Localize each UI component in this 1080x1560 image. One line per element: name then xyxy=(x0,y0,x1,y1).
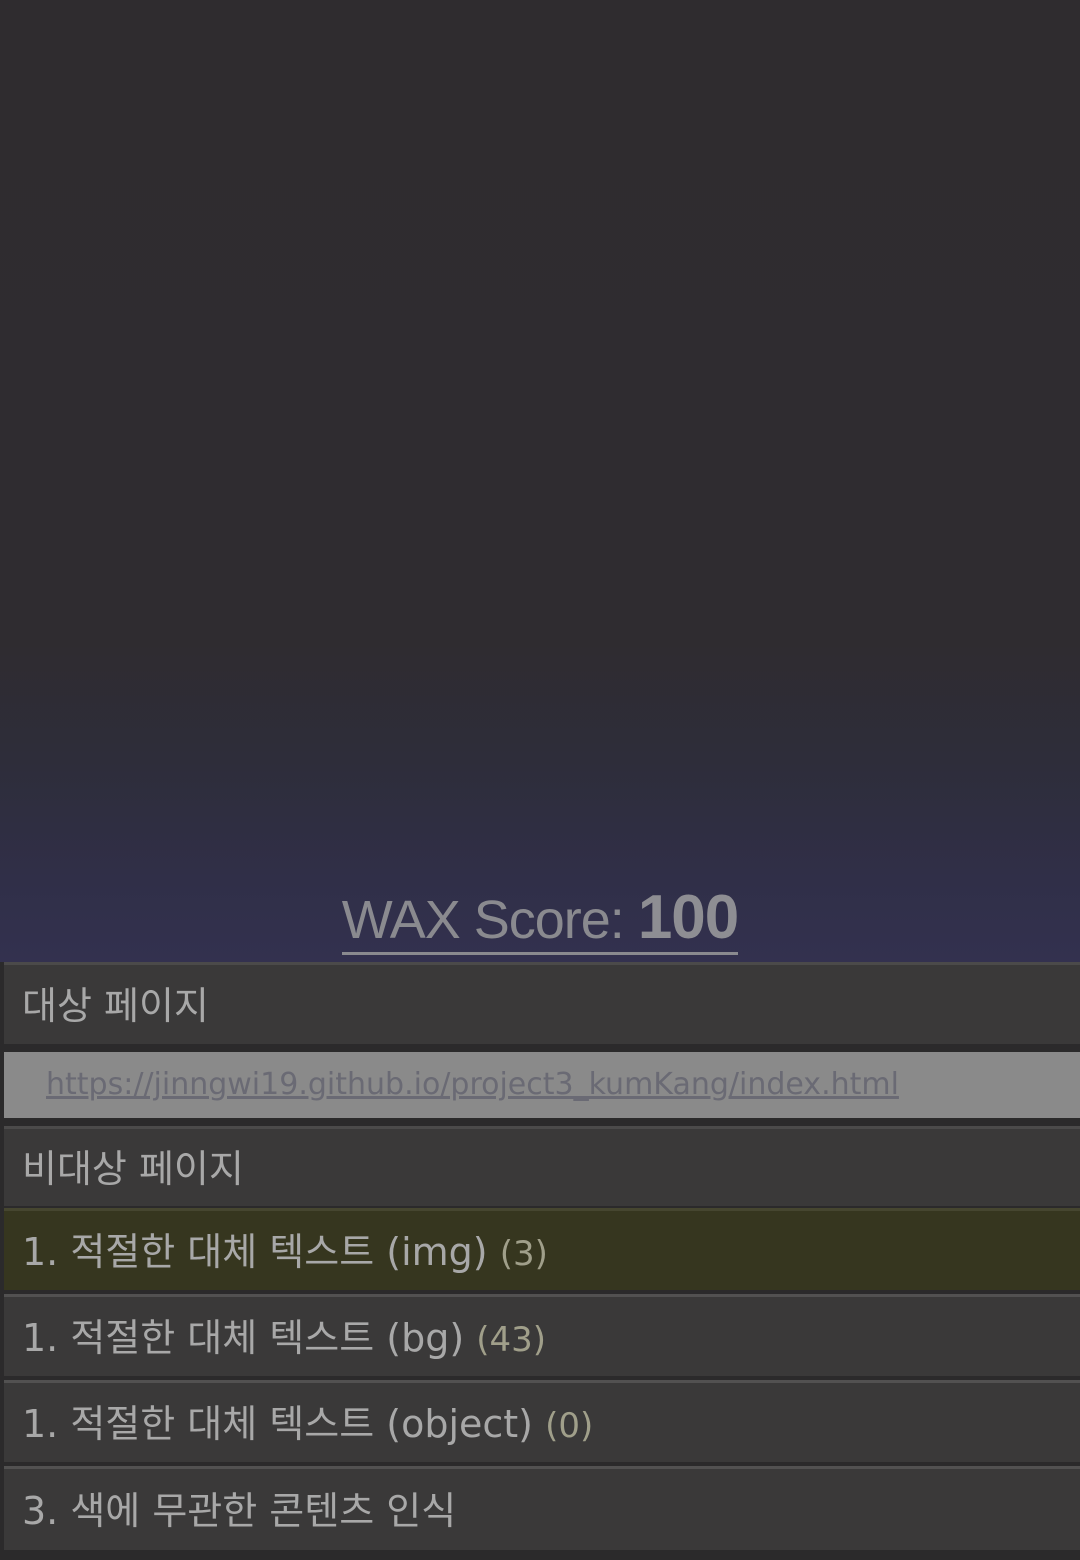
wax-score-label: WAX Score: xyxy=(341,890,638,950)
hero-background xyxy=(0,0,1080,962)
results-panel: 대상 페이지 https://jinngwi19.github.io/proje… xyxy=(0,962,1080,1560)
target-url-link[interactable]: https://jinngwi19.github.io/project3_kum… xyxy=(46,1067,899,1102)
non-target-page-header[interactable]: 비대상 페이지 xyxy=(4,1126,1080,1206)
check-item-label: 1. 적절한 대체 텍스트 (object) xyxy=(22,1402,534,1446)
check-item-label: 1. 적절한 대체 텍스트 (bg) xyxy=(22,1316,465,1360)
wax-score-link[interactable]: WAX Score: 100 xyxy=(0,882,1080,956)
wax-score-text: WAX Score: 100 xyxy=(341,883,739,955)
page: WAX Score: 100 대상 페이지 https://jinngwi19.… xyxy=(0,0,1080,1560)
check-item-count: (43) xyxy=(476,1320,547,1360)
target-url-row: https://jinngwi19.github.io/project3_kum… xyxy=(4,1052,1080,1118)
check-item-bg-alt[interactable]: 1. 적절한 대체 텍스트 (bg) (43) xyxy=(4,1294,1080,1376)
wax-score-value: 100 xyxy=(637,883,739,952)
check-item-label: 3. 색에 무관한 콘텐츠 인식 xyxy=(22,1489,457,1533)
check-item-object-alt[interactable]: 1. 적절한 대체 텍스트 (object) (0) xyxy=(4,1380,1080,1462)
check-item-label: 1. 적절한 대체 텍스트 (img) xyxy=(22,1230,488,1274)
target-page-header[interactable]: 대상 페이지 xyxy=(4,962,1080,1044)
check-item-color-independent[interactable]: 3. 색에 무관한 콘텐츠 인식 xyxy=(4,1466,1080,1550)
check-item-count: (3) xyxy=(499,1234,548,1274)
check-item-img-alt[interactable]: 1. 적절한 대체 텍스트 (img) (3) xyxy=(4,1208,1080,1290)
check-item-count: (0) xyxy=(545,1406,594,1446)
